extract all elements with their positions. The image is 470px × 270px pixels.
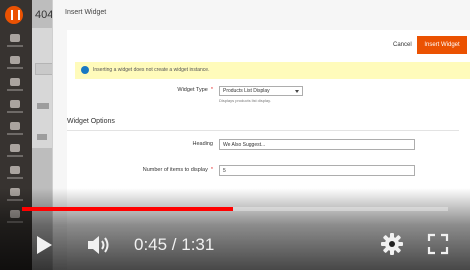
notice-message: Inserting a widget does not create a wid… xyxy=(75,62,470,79)
sidebar-label xyxy=(7,133,23,135)
progress-bar[interactable] xyxy=(22,207,448,211)
sidebar-item-content[interactable] xyxy=(4,144,26,164)
heading-input[interactable]: We Also Suggest... xyxy=(219,139,415,150)
info-icon xyxy=(81,66,89,74)
section-divider xyxy=(67,130,459,131)
play-button[interactable] xyxy=(33,234,55,256)
page-text-line xyxy=(37,134,47,140)
megaphone-icon xyxy=(10,122,20,130)
settings-button[interactable] xyxy=(380,232,404,256)
magento-logo-icon[interactable] xyxy=(5,6,23,24)
sidebar-label xyxy=(7,177,23,179)
required-asterisk: * xyxy=(210,87,213,93)
dashboard-icon xyxy=(10,34,20,42)
widget-type-label-text: Widget Type xyxy=(177,87,208,93)
sidebar-item-sales[interactable] xyxy=(4,56,26,76)
gear-icon xyxy=(381,233,403,255)
sidebar-label xyxy=(7,67,23,69)
sidebar-item-marketing[interactable] xyxy=(4,122,26,142)
bar-chart-icon xyxy=(10,166,20,174)
chevron-down-icon xyxy=(295,90,299,93)
widget-type-label: Widget Type * xyxy=(127,87,213,93)
fullscreen-icon xyxy=(427,233,449,255)
sidebar-item-reports[interactable] xyxy=(4,166,26,186)
sidebar-label xyxy=(7,89,23,91)
volume-button[interactable] xyxy=(86,233,114,257)
fullscreen-button[interactable] xyxy=(427,233,449,255)
cancel-button[interactable]: Cancel xyxy=(393,42,412,48)
notice-text: Inserting a widget does not create a wid… xyxy=(93,67,210,73)
heading-label: Heading xyxy=(127,141,214,147)
heading-label-text: Heading xyxy=(192,141,214,147)
required-asterisk: * xyxy=(210,167,213,173)
progress-played xyxy=(22,207,233,211)
page-title: 404 xyxy=(35,9,54,21)
section-title: Widget Options xyxy=(67,118,115,125)
widget-type-select[interactable]: Products List Display xyxy=(219,86,303,96)
count-label: Number of items to display * xyxy=(73,167,213,173)
count-label-text: Number of items to display xyxy=(142,167,208,173)
count-value: 5 xyxy=(223,168,226,174)
play-icon xyxy=(37,236,52,254)
sidebar-label xyxy=(7,155,23,157)
dollar-icon xyxy=(10,56,20,64)
time-display: 0:45 / 1:31 xyxy=(134,235,215,254)
user-icon xyxy=(10,100,20,108)
box-icon xyxy=(10,78,20,86)
modal-title: Insert Widget xyxy=(65,9,107,16)
page-text-line xyxy=(37,103,49,109)
count-input[interactable]: 5 xyxy=(219,165,415,176)
sidebar-item-dashboard[interactable] xyxy=(4,34,26,54)
sidebar-item-products[interactable] xyxy=(4,78,26,98)
heading-value: We Also Suggest... xyxy=(223,142,266,148)
insert-widget-button[interactable]: Insert Widget xyxy=(417,36,467,54)
sidebar-label xyxy=(7,45,23,47)
widget-type-note: Displays products list display. xyxy=(219,98,271,103)
layout-icon xyxy=(10,144,20,152)
controls-gradient xyxy=(0,188,470,270)
volume-icon xyxy=(88,236,109,254)
sidebar-label xyxy=(7,111,23,113)
widget-type-value: Products List Display xyxy=(223,88,270,94)
sidebar-item-customers[interactable] xyxy=(4,100,26,120)
